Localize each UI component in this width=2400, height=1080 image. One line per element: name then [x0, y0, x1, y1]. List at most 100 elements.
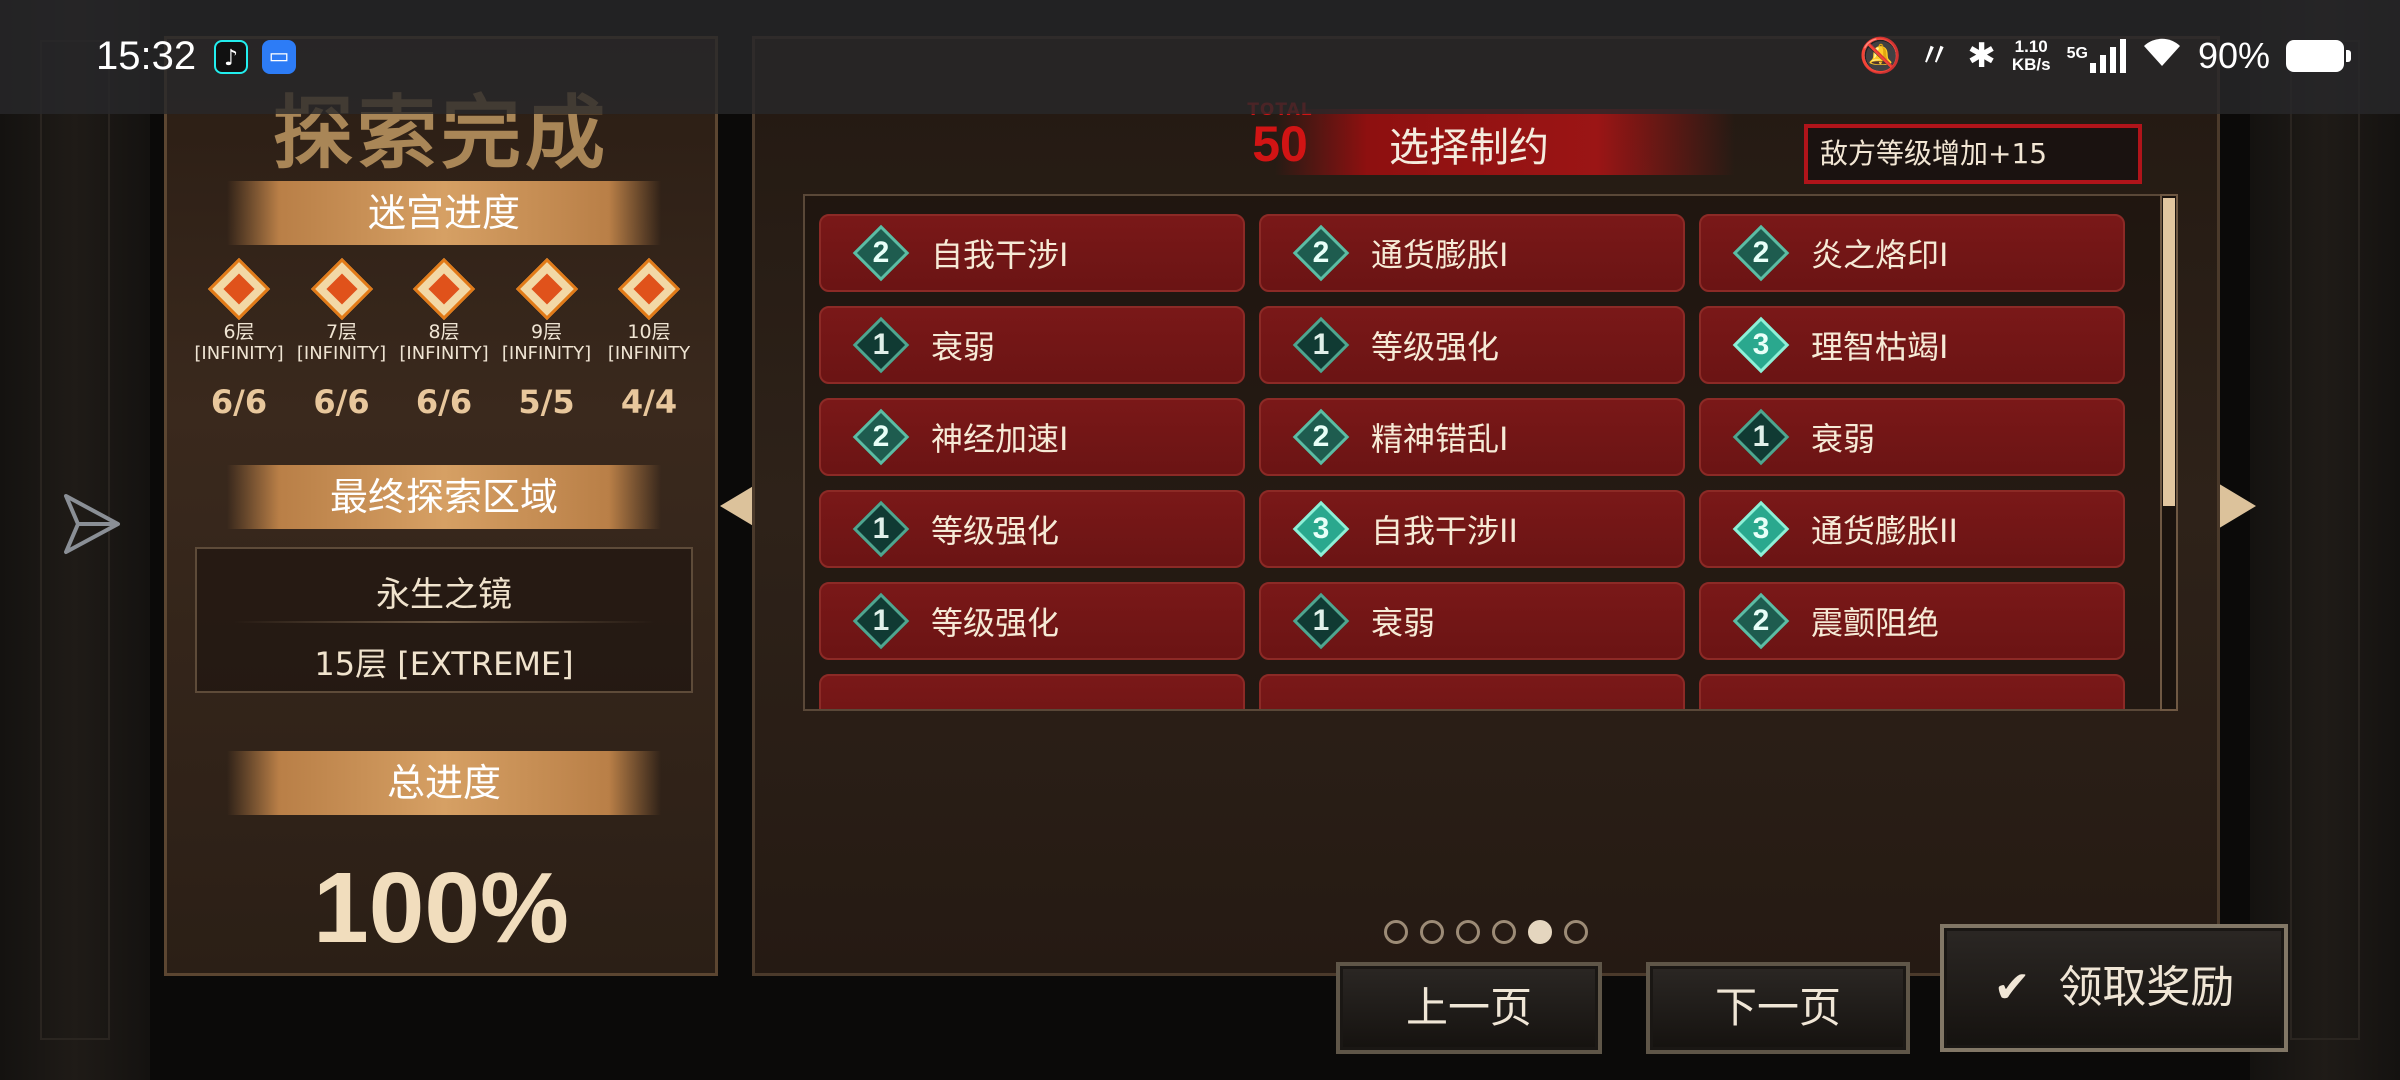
constraint-card[interactable]: 2 精神错乱I — [1259, 398, 1685, 476]
constraint-card[interactable]: 2 神经加速I — [819, 398, 1245, 476]
floor-emblem-icon — [310, 257, 373, 321]
constraint-level: 2 — [1752, 236, 1770, 269]
constraint-label: 等级强化 — [931, 512, 1060, 550]
constraint-label: 等级强化 — [1371, 328, 1500, 366]
area-divider — [233, 621, 655, 623]
floor-progress-list: 6层 [INFINITY] 6/6 7层 [INFINITY] 6/6 8层 [… — [191, 257, 697, 421]
page-indicator — [1384, 920, 1588, 944]
exploration-summary-panel: 探索完成 迷宫进度 6层 [INFINITY] 6/6 7层 [INFINITY… — [164, 36, 718, 976]
nfc-icon: 〃 — [1917, 36, 1952, 75]
signal-icon: 5G — [2067, 38, 2126, 73]
floor-item: 6层 [INFINITY] 6/6 — [191, 257, 287, 421]
constraint-label: 衰弱 — [1811, 420, 1876, 458]
share-icon[interactable] — [62, 490, 122, 558]
page-dot[interactable] — [1420, 920, 1444, 944]
constraint-card[interactable]: 2 震颤阻绝 — [1699, 582, 2125, 660]
page-dot[interactable] — [1492, 920, 1516, 944]
floor-count: 5/5 — [518, 383, 575, 421]
constraint-panel: TOTAL 50 选择制约 敌方等级增加+15 2自我干涉I2通货膨胀I2炎之烙… — [752, 36, 2220, 976]
next-page-button[interactable]: 下一页 — [1646, 962, 1910, 1054]
constraint-label: 通货膨胀I — [1371, 236, 1509, 274]
floor-emblem-icon — [515, 257, 578, 321]
constraint-level: 3 — [1752, 512, 1770, 545]
constraint-card-partial[interactable] — [1699, 674, 2125, 709]
floor-difficulty: [INFINITY] — [296, 343, 387, 364]
floor-name: 6层 — [223, 321, 255, 343]
final-area-ribbon: 最终探索区域 — [227, 465, 661, 529]
constraint-label: 炎之烙印I — [1811, 236, 1949, 274]
constraint-label: 自我干涉II — [1371, 512, 1518, 550]
constraint-card-partial[interactable] — [1259, 674, 1685, 709]
page-dot[interactable] — [1384, 920, 1408, 944]
floor-emblem-icon — [207, 257, 271, 321]
constraint-card[interactable]: 3 通货膨胀II — [1699, 490, 2125, 568]
constraint-card[interactable]: 2 通货膨胀I — [1259, 214, 1685, 292]
page-dot[interactable] — [1456, 920, 1480, 944]
floor-name: 8层 — [428, 321, 460, 343]
constraint-card[interactable]: 3 理智枯竭I — [1699, 306, 2125, 384]
floor-name: 7层 — [325, 321, 358, 343]
floor-count: 4/4 — [620, 383, 678, 421]
net-speed-unit: KB/s — [2011, 54, 2051, 74]
floor-difficulty: [INFINITY] — [399, 343, 489, 364]
area-floor: 15层 [EXTREME] — [314, 645, 574, 683]
constraint-label: 等级强化 — [931, 604, 1060, 642]
mute-icon: 🔕 — [1859, 36, 1902, 75]
page-dot[interactable] — [1528, 920, 1552, 944]
floor-count: 6/6 — [313, 383, 370, 421]
maze-progress-ribbon: 迷宫进度 — [227, 181, 661, 245]
floor-emblem-icon — [617, 257, 681, 321]
final-area-box: 永生之镜 15层 [EXTREME] — [195, 547, 693, 693]
enemy-level-box: 敌方等级增加+15 — [1804, 124, 2142, 184]
constraint-card[interactable]: 1 等级强化 — [819, 582, 1245, 660]
floor-count: 6/6 — [210, 383, 268, 421]
constraint-label: 衰弱 — [931, 328, 996, 366]
constraint-card[interactable]: 1 等级强化 — [819, 490, 1245, 568]
page-dot[interactable] — [1564, 920, 1588, 944]
constraint-card[interactable]: 2 炎之烙印I — [1699, 214, 2125, 292]
constraint-level: 2 — [1312, 420, 1330, 453]
status-indicators: 🔕 〃 ✱ 1.10 KB/s 5G 90% — [1859, 34, 2351, 77]
scrollbar-thumb[interactable] — [2163, 198, 2175, 506]
right-side-decoration — [2250, 0, 2400, 1080]
constraint-label: 通货膨胀II — [1811, 512, 1958, 550]
constraint-level: 2 — [872, 236, 890, 269]
floor-emblem-icon — [412, 257, 476, 321]
constraint-label: 震颤阻绝 — [1811, 604, 1940, 642]
claim-reward-button[interactable]: ✔ 领取奖励 — [1940, 924, 2288, 1052]
floor-name: 9层 — [530, 321, 563, 343]
constraint-level: 1 — [1312, 604, 1330, 637]
constraint-level: 1 — [872, 604, 890, 637]
floor-difficulty: [INFINITY] — [194, 343, 284, 364]
constraint-scrollbar[interactable] — [2160, 194, 2178, 711]
constraint-card[interactable]: 1 衰弱 — [1699, 398, 2125, 476]
constraint-level: 3 — [1752, 328, 1770, 361]
constraint-label: 精神错乱I — [1371, 420, 1509, 458]
floor-item: 7层 [INFINITY] 6/6 — [294, 257, 390, 421]
constraint-label: 衰弱 — [1371, 604, 1436, 642]
tiktok-icon: ♪ — [214, 40, 248, 74]
floor-item: 10层 [INFINITY 4/4 — [601, 257, 697, 421]
constraint-label: 理智枯竭I — [1811, 328, 1949, 366]
constraint-level: 1 — [872, 512, 890, 545]
constraint-card[interactable]: 1 衰弱 — [1259, 582, 1685, 660]
wifi-icon — [2142, 34, 2182, 77]
constraint-label: 神经加速I — [931, 420, 1069, 458]
constraint-card[interactable]: 1 衰弱 — [819, 306, 1245, 384]
constraint-card-partial[interactable] — [819, 674, 1245, 709]
constraint-level: 1 — [872, 328, 890, 361]
screen-share-icon: ▭ — [262, 40, 296, 74]
constraint-card[interactable]: 3 自我干涉II — [1259, 490, 1685, 568]
constraint-level: 1 — [1752, 420, 1770, 453]
floor-item: 8层 [INFINITY] 6/6 — [396, 257, 492, 421]
constraint-grid: 2 自我干涉I 2 通货膨胀I 2 炎之烙印I 1 衰弱 1 等级强化 3 理智枯竭I 2 神经加速I 2 精… — [819, 214, 2125, 709]
prev-page-button[interactable]: 上一页 — [1336, 962, 1602, 1054]
constraint-level: 2 — [1752, 604, 1770, 637]
floor-item: 9层 [INFINITY] 5/5 — [499, 257, 595, 421]
constraint-card[interactable]: 2 自我干涉I — [819, 214, 1245, 292]
constraint-card[interactable]: 1 等级强化 — [1259, 306, 1685, 384]
area-name: 永生之镜 — [376, 575, 512, 615]
claim-reward-label: 领取奖励 — [2058, 962, 2235, 1013]
total-progress-value: 100% — [313, 852, 569, 964]
constraint-list: 2 自我干涉I 2 通货膨胀I 2 炎之烙印I 1 衰弱 1 等级强化 3 理智枯竭I 2 神经加速I 2 精… — [803, 194, 2163, 711]
